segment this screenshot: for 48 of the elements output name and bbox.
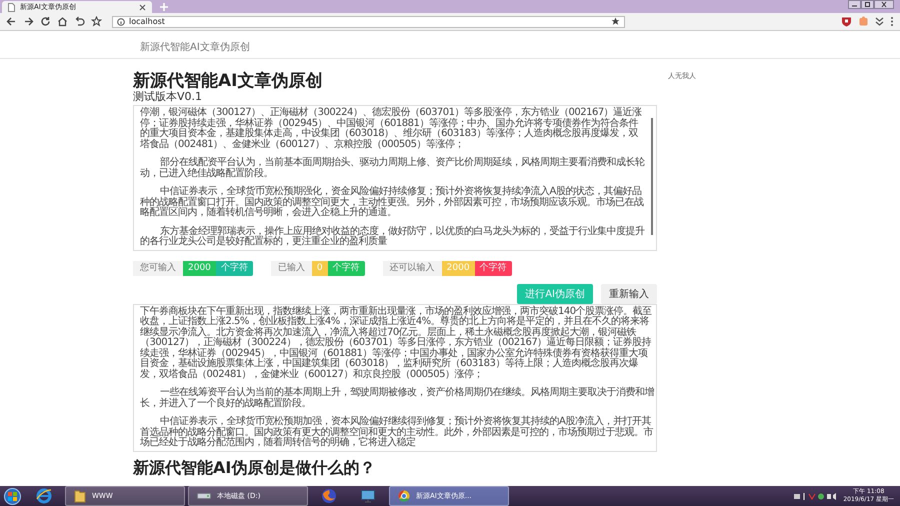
paragraph: 中信证券表示，全球货币宽松预期强化，资金风险偏好持续修复；预计外资将恢复持续净流入A股的状态，其偏好品种的战略配置窗口打开。国内政策的调整空间更大，主动性更强。另外，外部因素可控，市场预期应该乐观。市场已在战略配置区间内，随着转机信号明晰，会进入企稳上升的通道。 [140, 187, 645, 218]
paragraph: 一些在线筹资平台认为当前的基本周期上升，驾驶周期被修改，资产价格周期仍在继续。风格周期主要取决于消费和增长，并进入了一个良好的战略配置阶段。 [140, 388, 654, 409]
counter-unit: 个字符 [216, 260, 253, 276]
close-icon[interactable] [874, 0, 894, 9]
home-icon[interactable] [57, 16, 68, 27]
text-area[interactable] [133, 304, 657, 452]
menu-icon[interactable] [890, 16, 894, 27]
start-orb-icon[interactable] [4, 488, 20, 504]
paragraph: 停潮，银河磁体（300127）、正海磁材（300224）、德宏股份（603701）等多股涨停，东方锆业（002167）逼近涨停；证券股持续走强，华林证券（002945）、中国银河（601881）等涨停；中办、国办允许将专项债券作为符合条件的重大项目资本金，基建股集体走高，中设集团（603018）、维尔研（603183）等涨停；人造肉概念股再度爆发，双塔食品（002481）、金健米业（600127）、京粮控股（000505）等涨停； [140, 108, 643, 150]
fox-globe-icon[interactable] [321, 488, 337, 504]
reload-icon[interactable] [40, 16, 51, 27]
page-icon [8, 2, 15, 12]
browser-icon [398, 490, 410, 502]
info-icon [117, 18, 125, 26]
page-title: 新源代智能AI文章伪原创 [133, 71, 324, 91]
counter-unit: 个字符 [474, 260, 512, 276]
minimize-icon[interactable] [848, 0, 861, 9]
site-brand[interactable]: 新源代智能AI文章伪原创 [140, 40, 250, 54]
drive-icon [197, 492, 211, 500]
counter-value: 2000 [442, 260, 475, 276]
e-logo-icon[interactable] [36, 488, 52, 504]
close-icon[interactable] [139, 4, 146, 10]
counter-label: 已输入 [270, 260, 312, 276]
paragraph: 东方基金经理郭瑞表示，操作上应用绝对收益的态度，做好防守，以优质的白马龙头为标的，受益于行业集中度提升的各行业龙头公司是较好配置标的，更注重企业的盈利质量 [140, 226, 646, 248]
folder-icon [74, 489, 86, 503]
counter-value: 0 [312, 260, 328, 276]
section-heading: 新源代智能AI伪原创是做什么的？ [133, 456, 376, 478]
monitor-icon[interactable] [360, 488, 376, 504]
back-icon[interactable] [6, 16, 17, 27]
counter-unit: 个字符 [328, 260, 365, 276]
star-icon[interactable] [91, 16, 102, 27]
text-area[interactable] [133, 105, 657, 250]
maximize-icon[interactable] [861, 0, 874, 9]
counter-label: 还可以输入 [382, 260, 442, 276]
undo-icon[interactable] [74, 16, 85, 27]
page-subtitle: 测试版本V0.1 [133, 91, 204, 103]
star-icon[interactable] [611, 17, 620, 26]
shield-icon[interactable] [841, 16, 852, 27]
address-bar[interactable]: localhost [112, 16, 625, 28]
action-button[interactable]: 重新输入 [601, 284, 657, 304]
paragraph: 中信证券表示，全球货币宽松预期加强，资本风险偏好继续得到修复；预计外资将恢复其持续的A股净流入，并打开其首选品种的战略分配窗口。国内政策有更大的调整空间和更大的主动性。此外，外部因素是可控的，市场预期过于悲观。市场已经处于战略分配范围内，随着周转信号的明确，它将进入稳定 [140, 417, 654, 448]
tray-icons [793, 492, 838, 500]
chevrons-icon[interactable] [875, 16, 884, 27]
counter-value: 2000 [183, 260, 216, 276]
counter-label: 您可输入 [133, 260, 183, 276]
forward-icon[interactable] [23, 16, 34, 27]
paragraph: 下午券商板块在下午重新出现，指数继续上涨，两市重新出现量涨，市场的盈利效应增强，两市突破140个股票涨停。截至收盘，上证指数上涨2.5%，创业板指数上涨4%，深证成指上涨近4%。尊贵的北上方向将是平定的，并且在不久的将来将继续显示净流入。北方资金将再次加速流入，净流入将超过70亿元。层面上，稀土永磁概念股再度掀起大潮，银河磁铁（300127），正海磁材（300224），德宏股份（603701）等多日涨停，东方锆业（002167）逼近每日限额；证券股持续走强，华林证券（002945），中国银河（601881）等涨停；中国办事处，国家办公室允许特殊债券有资格获得重大项目资金，基础设施股票集体上涨，中国建筑集团（603018），监利研究所（603183）等待上限；人造肉概念股再次爆发，双塔食品（002481），金健米业（600127）和京良控股（000505）涨停； [140, 306, 653, 380]
paragraph: 部分在线配资平台认为，当前基本面周期抬头、驱动力周期上修、资产比价周期延续，风格周期主要看消费和成长轮动，已进入绝佳战略配置阶段。 [140, 158, 646, 179]
